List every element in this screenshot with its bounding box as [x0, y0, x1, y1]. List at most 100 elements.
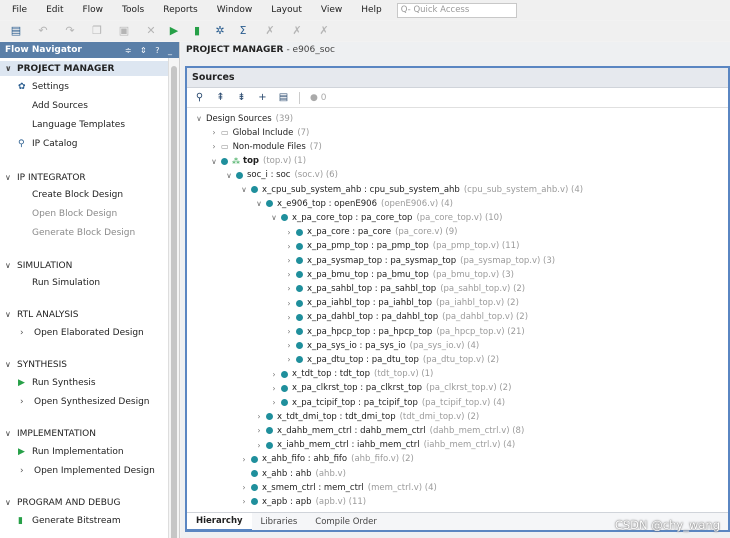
- tree-node[interactable]: › x_apb : apb (apb.v) (11): [239, 495, 367, 508]
- undo-icon[interactable]: ↶: [37, 25, 49, 37]
- tree-node[interactable]: › x_tdt_dmi_top : tdt_dmi_top (tdt_dmi_top…: [254, 410, 480, 423]
- chevron-right-icon[interactable]: ›: [284, 256, 294, 265]
- nav-open-block-design[interactable]: Open Block Design: [32, 206, 117, 221]
- debug-icon[interactable]: ✗: [264, 25, 276, 37]
- section-project-manager[interactable]: ∨ PROJECT MANAGER: [0, 61, 168, 76]
- tree-node[interactable]: › x_dahb_mem_ctrl : dahb_mem_ctrl (dahb_me…: [254, 424, 525, 437]
- chevron-right-icon[interactable]: ›: [239, 483, 249, 492]
- chevron-right-icon[interactable]: ›: [284, 327, 294, 336]
- tree-node[interactable]: › x_ahb_fifo : ahb_fifo (ahb_fifo.v) (2): [239, 453, 414, 466]
- redo-icon[interactable]: ↷: [64, 25, 76, 37]
- tree-node[interactable]: › x_pa_pmp_top : pa_pmp_top (pa_pmp_top.v)…: [284, 240, 520, 253]
- tree-node[interactable]: › x_pa_sahbl_top : pa_sahbl_top (pa_sahbl_…: [284, 282, 526, 295]
- section-implementation[interactable]: ∨ IMPLEMENTATION: [5, 426, 96, 441]
- quick-access-search[interactable]: Q- Quick Access: [396, 2, 517, 18]
- chevron-right-icon[interactable]: ›: [254, 441, 264, 450]
- navigator-scrollbar[interactable]: [168, 58, 179, 538]
- sigma-icon[interactable]: Σ: [237, 25, 249, 37]
- chevron-right-icon[interactable]: ›: [254, 426, 264, 435]
- tree-node[interactable]: › x_pa_bmu_top : pa_bmu_top (pa_bmu_top.v)…: [284, 268, 514, 281]
- scrollbar-thumb[interactable]: [171, 66, 177, 538]
- nav-ip-catalog[interactable]: ⚲ IP Catalog: [18, 136, 78, 151]
- tree-node[interactable]: ∨ x_cpu_sub_system_ahb : cpu_sub_system_a…: [239, 183, 583, 196]
- menu-tools[interactable]: Tools: [110, 5, 151, 15]
- menu-file[interactable]: File: [0, 5, 34, 15]
- chevron-right-icon[interactable]: ›: [209, 142, 219, 151]
- panel-controls[interactable]: ≑ ⇕ ? _: [125, 46, 175, 55]
- menu-window[interactable]: Window: [205, 5, 260, 15]
- menu-flow[interactable]: Flow: [71, 5, 111, 15]
- tree-node[interactable]: › x_pa_tcipif_top : pa_tcipif_top (pa_tcip…: [269, 396, 506, 409]
- tree-node[interactable]: › ▭ Non-module Files (7): [209, 140, 322, 153]
- tree-node[interactable]: › x_pa_core : pa_core (pa_core.v) (9): [284, 226, 458, 239]
- chevron-right-icon[interactable]: ›: [284, 355, 294, 364]
- chevron-down-icon[interactable]: ∨: [254, 199, 264, 208]
- menu-layout[interactable]: Layout: [259, 5, 309, 15]
- nav-run-simulation[interactable]: Run Simulation: [32, 275, 100, 290]
- tab-libraries[interactable]: Libraries: [252, 513, 307, 531]
- chevron-down-icon[interactable]: ∨: [209, 157, 219, 166]
- menu-edit[interactable]: Edit: [34, 5, 70, 15]
- tree-node[interactable]: ∨ ⁂ top (top.v) (1): [209, 155, 306, 168]
- properties-icon[interactable]: ▤: [278, 92, 289, 103]
- probe-icon[interactable]: ✗: [291, 25, 303, 37]
- unmark-icon[interactable]: ✗: [318, 25, 330, 37]
- tree-node[interactable]: ∨ x_e906_top : openE906 (openE906.v) (4): [254, 197, 453, 210]
- chevron-right-icon[interactable]: ›: [284, 299, 294, 308]
- chevron-right-icon[interactable]: ›: [284, 242, 294, 251]
- nav-language-templates[interactable]: Language Templates: [32, 117, 125, 132]
- section-ip-integrator[interactable]: ∨ IP INTEGRATOR: [5, 170, 86, 185]
- program-device-icon[interactable]: ▮: [191, 25, 203, 37]
- chevron-right-icon[interactable]: ›: [284, 284, 294, 293]
- chevron-right-icon[interactable]: ›: [284, 341, 294, 350]
- chevron-down-icon[interactable]: ∨: [194, 114, 204, 123]
- nav-open-synthesized-design[interactable]: › Open Synthesized Design: [20, 394, 150, 409]
- expand-all-icon[interactable]: ⇟: [236, 92, 247, 103]
- tab-hierarchy[interactable]: Hierarchy: [187, 512, 252, 531]
- tree-node[interactable]: › x_pa_dahbl_top : pa_dahbl_top (pa_dahbl_…: [284, 311, 529, 324]
- nav-generate-bitstream[interactable]: ▮ Generate Bitstream: [18, 513, 121, 528]
- chevron-right-icon[interactable]: ›: [254, 412, 264, 421]
- chevron-right-icon[interactable]: ›: [269, 384, 279, 393]
- tree-node[interactable]: › x_pa_sys_io : pa_sys_io (pa_sys_io.v) (4…: [284, 339, 480, 352]
- tree-node[interactable]: › x_pa_iahbl_top : pa_iahbl_top (pa_iahbl_…: [284, 297, 519, 310]
- tree-node[interactable]: › x_iahb_mem_ctrl : iahb_mem_ctrl (iahb_me…: [254, 439, 516, 452]
- chevron-down-icon[interactable]: ∨: [239, 185, 249, 194]
- nav-run-synthesis[interactable]: ▶ Run Synthesis: [18, 375, 96, 390]
- delete-icon[interactable]: ✕: [145, 25, 157, 37]
- tab-compile-order[interactable]: Compile Order: [306, 513, 386, 531]
- chevron-right-icon[interactable]: ›: [269, 370, 279, 379]
- menu-help[interactable]: Help: [349, 5, 389, 15]
- copy-icon[interactable]: ❐: [91, 25, 103, 37]
- section-program-and-debug[interactable]: ∨ PROGRAM AND DEBUG: [5, 495, 120, 510]
- nav-open-elaborated-design[interactable]: › Open Elaborated Design: [20, 325, 144, 340]
- menu-reports[interactable]: Reports: [151, 5, 205, 15]
- chevron-down-icon[interactable]: ∨: [224, 171, 234, 180]
- chevron-right-icon[interactable]: ›: [239, 497, 249, 506]
- tree-node[interactable]: › ▭ Global Include (7): [209, 126, 310, 139]
- chevron-down-icon[interactable]: ∨: [269, 213, 279, 222]
- section-simulation[interactable]: ∨ SIMULATION: [5, 258, 72, 273]
- nav-run-implementation[interactable]: ▶ Run Implementation: [18, 444, 124, 459]
- chevron-right-icon[interactable]: ›: [239, 455, 249, 464]
- tree-node[interactable]: › x_pa_hpcp_top : pa_hpcp_top (pa_hpcp_top…: [284, 325, 525, 338]
- tree-node[interactable]: › x_pa_sysmap_top : pa_sysmap_top (pa_sysm…: [284, 254, 556, 267]
- menu-view[interactable]: View: [309, 5, 349, 15]
- tree-node[interactable]: › x_tdt_top : tdt_top (tdt_top.v) (1): [269, 368, 434, 381]
- chevron-right-icon[interactable]: ›: [284, 228, 294, 237]
- tree-node[interactable]: ∨ Design Sources (39): [194, 112, 293, 125]
- tree-node[interactable]: › x_pa_clkrst_top : pa_clkrst_top (pa_clkr…: [269, 382, 512, 395]
- nav-add-sources[interactable]: Add Sources: [32, 98, 88, 113]
- paste-icon[interactable]: ▣: [118, 25, 130, 37]
- chevron-right-icon[interactable]: ›: [284, 313, 294, 322]
- settings-icon[interactable]: ✲: [214, 25, 226, 37]
- search-icon[interactable]: ⚲: [194, 92, 205, 103]
- chevron-right-icon[interactable]: ›: [209, 128, 219, 137]
- nav-generate-block-design[interactable]: Generate Block Design: [32, 225, 135, 240]
- chevron-right-icon[interactable]: ›: [284, 270, 294, 279]
- tree-node[interactable]: › x_pa_dtu_top : pa_dtu_top (pa_dtu_top.v)…: [284, 353, 500, 366]
- run-icon[interactable]: ▶: [168, 25, 180, 37]
- tree-node[interactable]: › x_smem_ctrl : mem_ctrl (mem_ctrl.v) (4): [239, 481, 437, 494]
- nav-create-block-design[interactable]: Create Block Design: [32, 187, 123, 202]
- section-synthesis[interactable]: ∨ SYNTHESIS: [5, 357, 67, 372]
